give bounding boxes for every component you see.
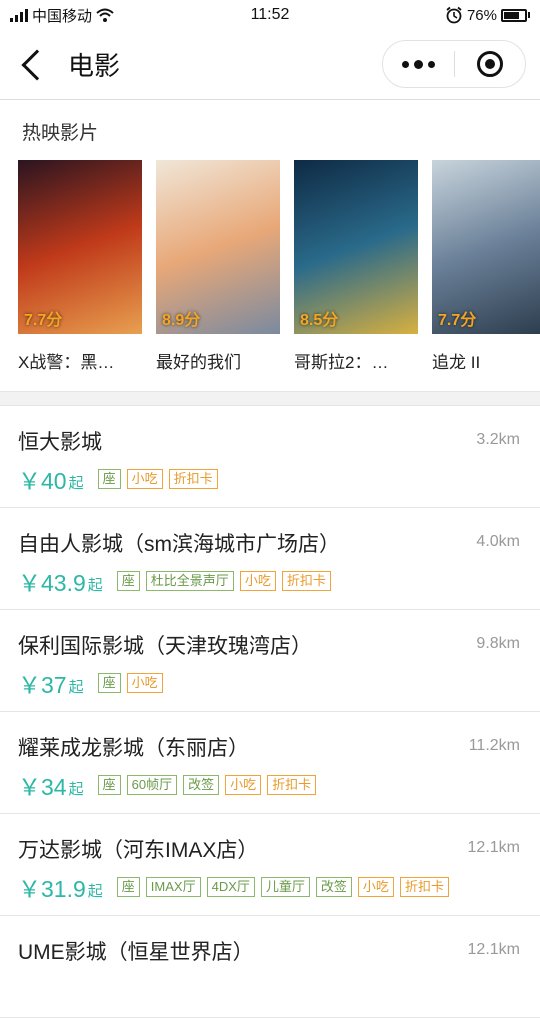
- cinema-item[interactable]: 自由人影城（sm滨海城市广场店） 4.0km ￥43.9 起 座杜比全景声厅 小吃…: [0, 508, 540, 610]
- cinema-tag: 座: [116, 571, 140, 591]
- miniprogram-capsule: [382, 40, 526, 88]
- cinema-distance: 9.8km: [476, 635, 520, 652]
- cinema-price: ￥31.9: [18, 876, 86, 902]
- cinema-tags: 座小吃 折扣卡: [97, 469, 218, 489]
- cinema-tag: 60帧厅: [126, 775, 178, 795]
- movie-title: 追龙 II: [432, 353, 481, 372]
- cinema-tag: 小吃: [126, 673, 163, 693]
- battery-percent: 76%: [466, 6, 497, 24]
- cinema-tag: 小吃: [126, 469, 163, 489]
- cinema-name: 万达影城（河东IMAX店）: [18, 839, 259, 862]
- back-arrow-icon[interactable]: [21, 48, 53, 81]
- cinema-tag: 座: [97, 673, 121, 693]
- cinema-tags: 座杜比全景声厅 小吃 折扣卡: [116, 571, 331, 591]
- movie-card[interactable]: 7.7分 X战警：黑…: [18, 160, 142, 375]
- cinema-tag: 4DX厅: [206, 877, 255, 897]
- cinema-price: ￥40: [18, 468, 67, 494]
- cinema-name: 耀莱成龙影城（东丽店）: [18, 737, 249, 760]
- section-title: 热映影片: [22, 123, 99, 144]
- nav-bar: 电影: [0, 30, 540, 100]
- cinema-name: 保利国际影城（天津玫瑰湾店）: [18, 635, 312, 658]
- movie-poster[interactable]: 7.7分: [432, 160, 540, 334]
- page-title: 电影: [68, 51, 121, 81]
- movie-card[interactable]: 7.7分 追龙 II: [432, 160, 540, 375]
- status-bar: 中国移动 11:52 76%: [0, 0, 540, 30]
- movie-poster[interactable]: 8.9分: [156, 160, 280, 334]
- cinema-distance: 4.0km: [476, 533, 520, 550]
- cinema-item[interactable]: 保利国际影城（天津玫瑰湾店） 9.8km ￥37 起 座小吃: [0, 610, 540, 712]
- wifi-icon: [96, 8, 114, 22]
- price-row: ￥37 起 座小吃: [18, 666, 163, 700]
- carrier-label: 中国移动: [32, 7, 93, 25]
- cinema-tag: 座: [97, 469, 121, 489]
- movie-title: X战警：黑…: [18, 353, 115, 372]
- cinema-tag: 座: [116, 877, 140, 897]
- cinema-tag: 小吃: [357, 877, 394, 897]
- close-circle-icon: [476, 51, 503, 77]
- cinema-price: ￥43.9: [18, 570, 86, 596]
- cinema-distance: 3.2km: [476, 431, 520, 448]
- movie-rating: 8.5分: [300, 312, 339, 329]
- cinema-tag: 折扣卡: [168, 469, 218, 489]
- cinema-item[interactable]: 耀莱成龙影城（东丽店） 11.2km ￥34 起 座 60帧厅 改签 小吃 折扣卡: [0, 712, 540, 814]
- price-row: ￥40 起 座小吃 折扣卡: [18, 462, 218, 496]
- movie-poster[interactable]: 7.7分: [18, 160, 142, 334]
- cinema-name: UME影城（恒星世界店）: [18, 941, 254, 964]
- cinema-distance: 12.1km: [467, 941, 520, 958]
- cinema-tag: 改签: [315, 877, 352, 897]
- cinema-tag: 小吃: [239, 571, 276, 591]
- movie-poster[interactable]: 8.5分: [294, 160, 418, 334]
- cinema-tag: 杜比全景声厅: [145, 571, 234, 591]
- more-dots-icon: [401, 60, 409, 68]
- cinema-tag: 儿童厅: [260, 877, 310, 897]
- movie-title: 最好的我们: [156, 353, 241, 372]
- price-row: [18, 972, 34, 978]
- movie-rating: 8.9分: [162, 312, 201, 329]
- alarm-icon: [446, 6, 462, 24]
- signal-icon: [10, 8, 28, 22]
- movie-title: 哥斯拉2：…: [294, 353, 389, 372]
- cinema-tag: 小吃: [225, 775, 262, 795]
- price-row: ￥31.9 起 座 IMAX厅 4DX厅 儿童厅 改签 小吃 折扣卡: [18, 870, 449, 904]
- close-button[interactable]: [455, 41, 526, 87]
- movie-rating: 7.7分: [438, 312, 477, 329]
- cinema-tags: 座 IMAX厅 4DX厅 儿童厅 改签 小吃 折扣卡: [116, 877, 449, 897]
- cinema-item[interactable]: UME影城（恒星世界店） 12.1km: [0, 916, 540, 1018]
- price-row: ￥34 起 座 60帧厅 改签 小吃 折扣卡: [18, 768, 317, 802]
- cinema-price: ￥34: [18, 774, 67, 800]
- price-suffix: 起: [68, 780, 84, 798]
- cinema-item[interactable]: 万达影城（河东IMAX店） 12.1km ￥31.9 起 座 IMAX厅 4DX厅儿…: [0, 814, 540, 916]
- cinema-item[interactable]: 恒大影城 3.2km ￥40 起 座小吃 折扣卡: [0, 406, 540, 508]
- section-divider: [0, 391, 540, 406]
- cinema-distance: 11.2km: [468, 737, 520, 754]
- movie-rating: 7.7分: [24, 312, 63, 329]
- price-suffix: 起: [87, 882, 103, 900]
- more-button[interactable]: [383, 41, 454, 87]
- hot-movie-list: 7.7分 X战警：黑… 8.9分 最好的我们 8.5分 哥斯拉2：… 7.7分 …: [18, 160, 540, 375]
- cinema-tag: 改签: [183, 775, 220, 795]
- cinema-price: ￥37: [18, 672, 67, 698]
- price-row: ￥43.9 起 座杜比全景声厅 小吃 折扣卡: [18, 564, 331, 598]
- cinema-name: 恒大影城: [18, 431, 102, 454]
- movie-card[interactable]: 8.9分 最好的我们: [156, 160, 280, 375]
- cinema-list: 恒大影城 3.2km ￥40 起 座小吃 折扣卡 自由人影城（sm滨海城市广场店）…: [0, 406, 540, 1018]
- cinema-tag: IMAX厅: [145, 877, 201, 897]
- cinema-tag: 折扣卡: [267, 775, 317, 795]
- cinema-tags: 座 60帧厅 改签 小吃 折扣卡: [97, 775, 317, 795]
- cinema-tag: 折扣卡: [281, 571, 331, 591]
- cinema-tags: 座小吃: [97, 673, 163, 693]
- cinema-distance: 12.1km: [467, 839, 520, 856]
- battery-icon: [501, 8, 530, 22]
- cinema-name: 自由人影城（sm滨海城市广场店）: [18, 533, 340, 556]
- movie-card[interactable]: 8.5分 哥斯拉2：…: [294, 160, 418, 375]
- cinema-tag: 座: [97, 775, 121, 795]
- price-suffix: 起: [87, 576, 103, 594]
- price-suffix: 起: [68, 474, 84, 492]
- cinema-tag: 折扣卡: [399, 877, 449, 897]
- price-suffix: 起: [68, 678, 84, 696]
